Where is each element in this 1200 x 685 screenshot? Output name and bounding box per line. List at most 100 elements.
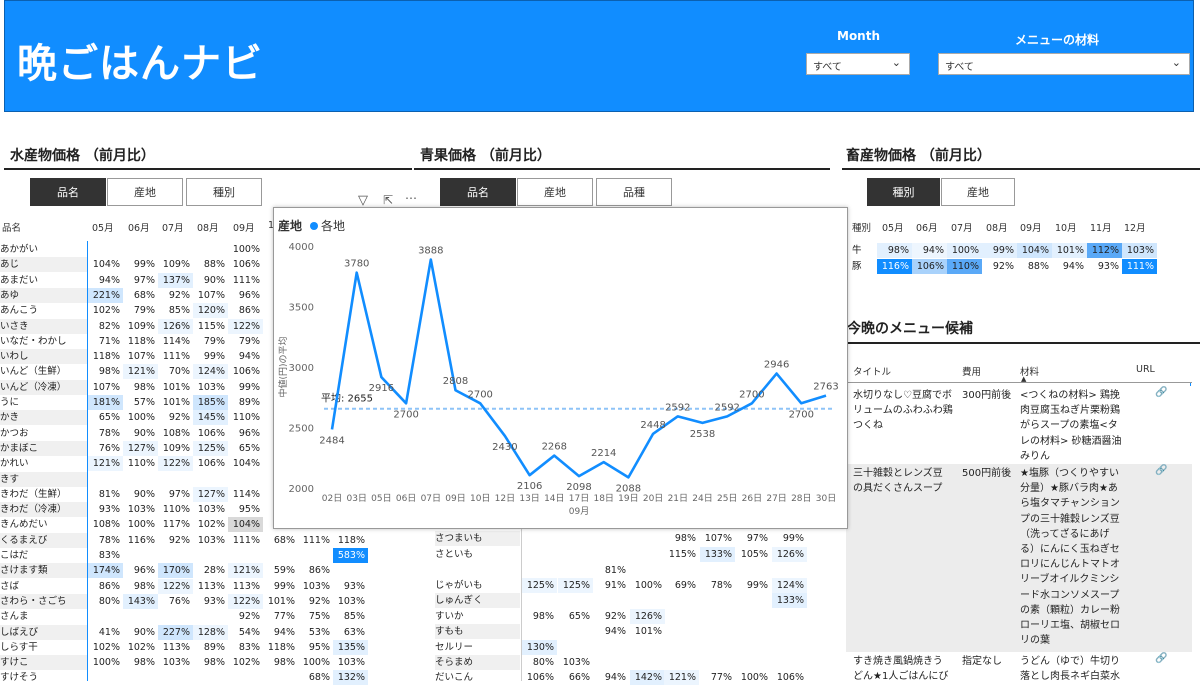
- menu-title: つくね: [853, 420, 883, 431]
- seafood-tab-origin[interactable]: 産地: [107, 178, 183, 206]
- table-row-name[interactable]: しゅんぎく: [435, 593, 520, 608]
- table-row-name[interactable]: かれい: [0, 456, 87, 471]
- table-row-name[interactable]: すけこ: [0, 655, 87, 671]
- table-cell: 93%: [98, 504, 120, 516]
- table-row-name[interactable]: かき: [0, 410, 87, 426]
- table-cell: 79%: [133, 305, 155, 317]
- seafood-section-title: 水産物価格 （前月比）: [10, 148, 155, 164]
- fruitveg-tab-origin[interactable]: 産地: [517, 178, 593, 206]
- x-tick-label: 20日: [643, 493, 663, 504]
- table-row-name[interactable]: かつお: [0, 426, 87, 441]
- month-filter-label: Month: [837, 29, 881, 43]
- table-row-name[interactable]: すけそう: [0, 670, 87, 685]
- livestock-tab-type[interactable]: 種別: [867, 178, 940, 206]
- table-row-name[interactable]: さけます類: [0, 563, 87, 579]
- table-row-name[interactable]: かまぼこ: [0, 440, 87, 456]
- focus-mode-icon[interactable]: ⇱: [383, 193, 393, 207]
- ingredient-filter-dropdown[interactable]: すべて ⌄: [938, 53, 1190, 75]
- table-cell: 130%: [522, 640, 557, 655]
- table-row-name[interactable]: いわし: [0, 349, 87, 365]
- table-cell: 94%: [273, 626, 295, 638]
- table-row-name[interactable]: さば: [0, 579, 87, 594]
- table-cell: 94%: [98, 274, 120, 286]
- data-label: 2592: [714, 402, 739, 413]
- table-row-name[interactable]: あゆ: [0, 287, 87, 303]
- table-row-name[interactable]: いんど（生鮮）: [0, 364, 87, 379]
- table-row-name[interactable]: あかがい: [0, 242, 87, 257]
- link-icon[interactable]: 🔗: [1155, 653, 1167, 664]
- y-tick-label: 2500: [289, 424, 314, 435]
- table-cell: 106%: [232, 259, 260, 271]
- livestock-tab-origin[interactable]: 産地: [941, 178, 1015, 206]
- table-cell: 97%: [168, 488, 190, 500]
- table-row-name[interactable]: きんめだい: [0, 517, 87, 532]
- ingredient-filter-label: メニューの材料: [1015, 33, 1100, 47]
- table-cell: 107%: [127, 351, 155, 363]
- table-cell: 127%: [123, 440, 158, 456]
- table-cell: 133%: [700, 547, 735, 562]
- table-row-name[interactable]: しらす干: [0, 640, 87, 655]
- table-row-name[interactable]: きわだ（生鮮）: [0, 487, 87, 502]
- table-row-name[interactable]: セルリー: [435, 640, 520, 655]
- table-row-name[interactable]: いんど（冷凍）: [0, 379, 87, 395]
- table-cell: 79%: [203, 335, 225, 347]
- table-cell: 112%: [1087, 243, 1122, 258]
- table-row-name[interactable]: あじ: [0, 257, 87, 273]
- table-row-name[interactable]: いさき: [0, 318, 87, 334]
- table-row-name[interactable]: さわら・さごち: [0, 593, 87, 609]
- table-row-name[interactable]: だいこん: [435, 670, 520, 685]
- table-cell: 100%: [302, 657, 330, 669]
- table-cell: 103%: [1122, 243, 1157, 258]
- table-row-name[interactable]: きわだ（冷凍）: [0, 502, 87, 518]
- data-label: 2098: [566, 482, 591, 493]
- table-row-name[interactable]: あまだい: [0, 273, 87, 288]
- table-row-name[interactable]: きす: [0, 471, 87, 487]
- table-row-name[interactable]: うに: [0, 395, 87, 410]
- table-cell: 99%: [273, 580, 295, 592]
- table-row-name[interactable]: さつまいも: [435, 531, 520, 546]
- table-row-name[interactable]: こはだ: [0, 548, 87, 563]
- table-cell: 103%: [302, 580, 330, 592]
- menu-ingredients: ローリエ塩、胡椒セロ: [1020, 620, 1120, 631]
- table-cell: 59%: [273, 565, 295, 577]
- month-filter-dropdown[interactable]: すべて ⌄: [806, 53, 910, 75]
- table-row-name[interactable]: すいか: [435, 609, 520, 624]
- table-row-name[interactable]: じゃがいも: [435, 578, 520, 593]
- table-cell: 103%: [162, 657, 190, 669]
- table-cell: 66%: [568, 672, 590, 683]
- table-row-name[interactable]: あんこう: [0, 303, 87, 318]
- column-header: 05月: [882, 223, 904, 234]
- table-row-name[interactable]: すもも: [435, 624, 520, 639]
- table-row-name[interactable]: しばえび: [0, 624, 87, 640]
- table-row-name[interactable]: さといも: [435, 547, 520, 562]
- seafood-tab-type[interactable]: 種別: [186, 178, 262, 206]
- table-cell: 101%: [1052, 243, 1087, 258]
- table-cell: 78%: [98, 427, 120, 439]
- column-header: タイトル: [853, 367, 892, 378]
- table-cell: 132%: [333, 670, 368, 685]
- x-tick-label: 10日: [470, 493, 490, 504]
- ingredient-filter-value: すべて: [945, 62, 974, 73]
- fruitveg-tab-name[interactable]: 品名: [440, 178, 516, 206]
- link-icon[interactable]: 🔗: [1155, 387, 1167, 398]
- x-tick-label: 27日: [766, 493, 786, 504]
- table-cell: 125%: [193, 440, 228, 456]
- fruitveg-tab-variety[interactable]: 品種: [596, 178, 672, 206]
- link-icon[interactable]: 🔗: [1155, 465, 1167, 476]
- table-cell: 104%: [92, 259, 120, 271]
- x-tick-label: 18日: [593, 493, 613, 504]
- table-cell: 110%: [232, 412, 260, 424]
- filter-icon[interactable]: ▽: [358, 193, 368, 208]
- table-row-name[interactable]: そらまめ: [435, 655, 520, 670]
- table-row-name[interactable]: さんま: [0, 609, 87, 624]
- seafood-tab-name[interactable]: 品名: [30, 178, 106, 206]
- table-cell: 100%: [127, 519, 155, 531]
- more-options-icon[interactable]: ⋯: [405, 191, 417, 205]
- data-label: 2700: [789, 409, 814, 420]
- table-cell: 102%: [127, 641, 155, 653]
- livestock-section-title: 畜産物価格 （前月比）: [846, 148, 991, 164]
- table-cell: 85%: [343, 611, 365, 623]
- table-row-name[interactable]: いなだ・わかし: [0, 334, 87, 349]
- table-cell: 181%: [88, 395, 123, 410]
- table-row-name[interactable]: くるまえび: [0, 532, 87, 548]
